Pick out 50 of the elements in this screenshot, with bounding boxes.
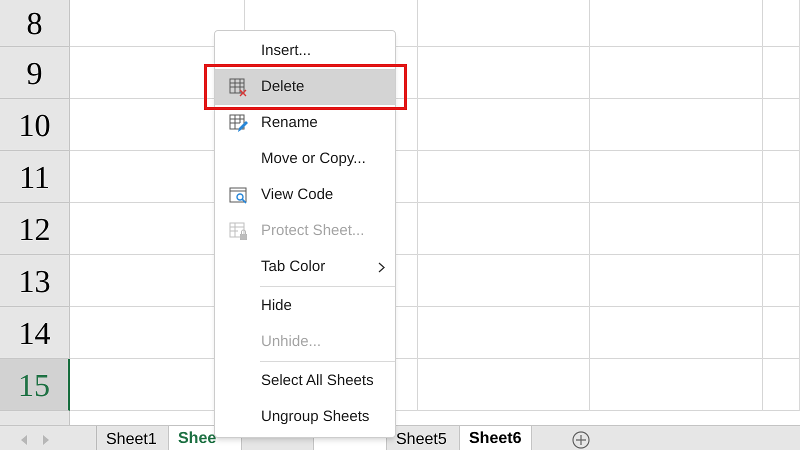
menu-item[interactable]: Move or Copy... — [215, 141, 395, 177]
grid-cell[interactable] — [590, 99, 763, 151]
add-sheet-icon[interactable] — [572, 430, 590, 448]
menu-item[interactable]: Hide — [215, 288, 395, 324]
grid-cell[interactable] — [418, 203, 590, 255]
grid-cell[interactable] — [590, 0, 763, 47]
chevron-right-icon — [378, 262, 385, 273]
row-header[interactable]: 13 — [0, 255, 70, 307]
grid-cell[interactable] — [590, 203, 763, 255]
row-header[interactable]: 9 — [0, 47, 70, 99]
grid-cell[interactable] — [418, 151, 590, 203]
row-header[interactable]: 14 — [0, 307, 70, 359]
grid-cell[interactable] — [418, 99, 590, 151]
grid-cell[interactable] — [418, 47, 590, 99]
grid-cell[interactable] — [590, 359, 763, 411]
menu-item[interactable]: Select All Sheets — [215, 363, 395, 399]
grid-cell[interactable] — [418, 359, 590, 411]
grid-cell[interactable] — [418, 0, 590, 47]
grid-cell[interactable] — [763, 99, 800, 151]
menu-item[interactable]: Rename — [215, 105, 395, 141]
grid-cell[interactable] — [763, 255, 800, 307]
grid-pencil-icon — [229, 114, 249, 133]
row-header[interactable]: 15 — [0, 359, 70, 411]
row-header[interactable] — [0, 411, 70, 425]
scroll-right-icon[interactable] — [42, 434, 50, 444]
menu-item[interactable]: Insert... — [215, 33, 395, 69]
grid-cell[interactable] — [763, 359, 800, 411]
grid-cell[interactable] — [763, 203, 800, 255]
sheet-tab[interactable]: Sheet6 — [460, 426, 532, 450]
menu-item[interactable]: View Code — [215, 177, 395, 213]
grid-cell[interactable] — [763, 307, 800, 359]
grid-cell[interactable] — [590, 307, 763, 359]
row-header[interactable]: 10 — [0, 99, 70, 151]
row-header[interactable]: 12 — [0, 203, 70, 255]
grid-cell[interactable] — [763, 151, 800, 203]
grid-lock-icon — [229, 222, 249, 241]
grid-cell[interactable] — [763, 47, 800, 99]
row-header[interactable]: 11 — [0, 151, 70, 203]
menu-item[interactable]: Delete — [215, 69, 395, 105]
window-magnifier-icon — [229, 186, 249, 205]
grid-cell[interactable] — [418, 307, 590, 359]
grid-delete-icon — [229, 78, 249, 97]
grid-cell[interactable] — [590, 151, 763, 203]
row-header[interactable]: 8 — [0, 0, 70, 47]
scroll-left-icon[interactable] — [20, 434, 28, 444]
menu-item[interactable]: Tab Color — [215, 249, 395, 285]
grid-cell[interactable] — [763, 0, 800, 47]
grid-cell[interactable] — [590, 255, 763, 307]
grid-cell[interactable] — [590, 47, 763, 99]
grid-cell[interactable] — [418, 255, 590, 307]
